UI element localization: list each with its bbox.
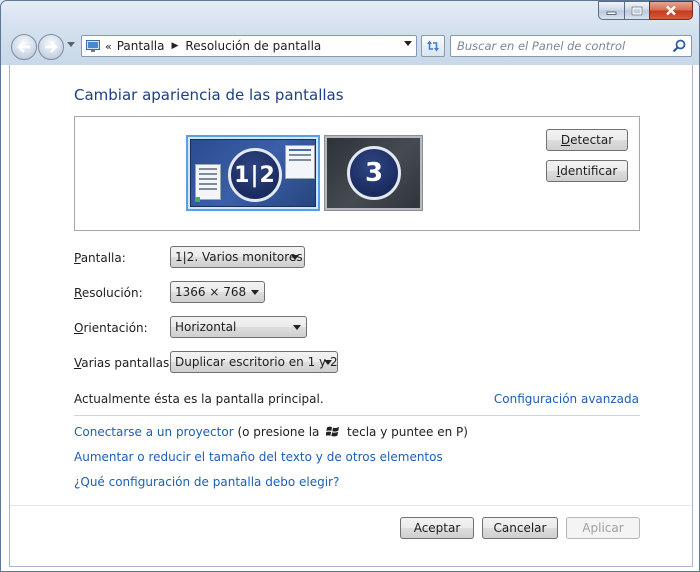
multiple-displays-select-value: Duplicar escritorio en 1 y 2 — [175, 355, 338, 369]
close-icon — [666, 5, 676, 16]
text-size-line: Aumentar o reducir el tamaño del texto y… — [74, 450, 443, 464]
which-settings-line: ¿Qué configuración de pantalla debo eleg… — [74, 475, 339, 489]
monitor-1-2-screen: 1|2 — [190, 139, 316, 207]
control-panel-icon — [86, 40, 100, 52]
chevron-down-icon — [293, 325, 301, 330]
chevron-down-icon — [251, 290, 259, 295]
breadcrumb-overflow[interactable]: « — [105, 40, 112, 53]
breadcrumb-item-pantalla[interactable]: Pantalla — [117, 39, 165, 53]
back-arrow-icon — [17, 41, 30, 53]
minimize-icon — [606, 11, 616, 15]
mini-window-icon — [285, 145, 315, 179]
refresh-icon — [427, 40, 439, 52]
breadcrumb-separator-icon[interactable]: ▶ — [171, 41, 178, 51]
display-label-text: antalla: — [80, 251, 126, 265]
caption-buttons — [598, 1, 693, 20]
accept-button[interactable]: Aceptar — [400, 517, 474, 539]
breadcrumb-item-resolucion[interactable]: Resolución de pantalla — [185, 39, 321, 53]
address-dropdown-icon[interactable] — [404, 41, 412, 46]
detect-label: etectar — [570, 133, 614, 147]
projector-hint-text: (o presione la — [233, 425, 324, 439]
detect-accel: D — [560, 133, 571, 147]
resolution-select[interactable]: 1366 × 768 — [170, 281, 265, 303]
which-settings-link[interactable]: ¿Qué configuración de pantalla debo eleg… — [74, 475, 339, 489]
windows-logo-icon — [326, 426, 340, 437]
chevron-down-icon — [291, 255, 299, 260]
minimize-button[interactable] — [598, 1, 624, 20]
maximize-icon — [631, 6, 643, 15]
page-title: Cambiar apariencia de las pantallas — [74, 86, 344, 104]
resolution-label-accel: R — [74, 286, 82, 300]
identify-button[interactable]: Identificar — [546, 160, 628, 182]
monitor-3-screen: 3 — [327, 138, 420, 208]
forward-button[interactable] — [38, 34, 64, 60]
forward-arrow-icon — [45, 41, 58, 53]
identify-label: dentificar — [560, 164, 618, 178]
control-panel-window: « Pantalla ▶ Resolución de pantalla Busc… — [0, 0, 700, 572]
mini-window-icon — [195, 164, 221, 200]
multiple-displays-label: Varias pantallas: — [74, 356, 173, 370]
maximize-button[interactable] — [624, 1, 649, 20]
display-label-accel: P — [74, 251, 81, 265]
projector-line: Conectarse a un proyector (o presione la… — [74, 425, 468, 439]
start-button-icon — [195, 197, 200, 202]
advanced-settings-link[interactable]: Configuración avanzada — [494, 392, 639, 406]
footer-divider — [10, 505, 692, 506]
search-icon[interactable] — [672, 39, 686, 53]
resolution-label-text: esolución: — [81, 286, 143, 300]
search-box[interactable]: Buscar en el Panel de control — [450, 35, 692, 57]
monitor-number-badge: 1|2 — [228, 148, 282, 202]
detect-button[interactable]: Detectar — [546, 129, 628, 151]
display-select[interactable]: 1|2. Varios monitores — [170, 246, 305, 268]
apply-button[interactable]: Aplicar — [566, 517, 640, 539]
refresh-button[interactable] — [421, 35, 445, 57]
back-button[interactable] — [11, 34, 37, 60]
close-button[interactable] — [649, 1, 693, 20]
orientation-select-value: Horizontal — [175, 320, 237, 334]
multiple-displays-select[interactable]: Duplicar escritorio en 1 y 2 — [170, 351, 338, 373]
monitor-arrangement-panel: 1|2 3 Detectar Identificar — [74, 116, 640, 231]
monitor-3[interactable]: 3 — [324, 135, 423, 211]
content-pane: Cambiar apariencia de las pantallas 1|2 … — [9, 65, 693, 567]
orientation-label: Orientación: — [74, 321, 148, 335]
monitor-1-2[interactable]: 1|2 — [186, 135, 320, 211]
connect-projector-link[interactable]: Conectarse a un proyector — [74, 425, 234, 439]
multiple-displays-label-text: arias pantallas: — [81, 356, 174, 370]
divider — [74, 415, 640, 416]
address-bar[interactable]: « Pantalla ▶ Resolución de pantalla — [81, 35, 417, 57]
resolution-select-value: 1366 × 768 — [175, 285, 247, 299]
primary-display-status: Actualmente ésta es la pantalla principa… — [74, 392, 324, 406]
resolution-label: Resolución: — [74, 286, 143, 300]
projector-hint-text-end: tecla y puntee en P) — [343, 425, 468, 439]
navigation-bar: « Pantalla ▶ Resolución de pantalla Busc… — [9, 33, 692, 61]
search-placeholder: Buscar en el Panel de control — [457, 39, 626, 53]
chevron-down-icon — [324, 360, 332, 365]
orientation-label-text: rientación: — [83, 321, 148, 335]
orientation-select[interactable]: Horizontal — [170, 316, 307, 338]
text-size-link[interactable]: Aumentar o reducir el tamaño del texto y… — [74, 450, 443, 464]
recent-pages-dropdown-icon[interactable] — [67, 42, 75, 47]
display-label: Pantalla: — [74, 251, 126, 265]
monitor-number-badge: 3 — [347, 146, 401, 200]
display-select-value: 1|2. Varios monitores — [175, 250, 303, 264]
cancel-button[interactable]: Cancelar — [482, 517, 558, 539]
